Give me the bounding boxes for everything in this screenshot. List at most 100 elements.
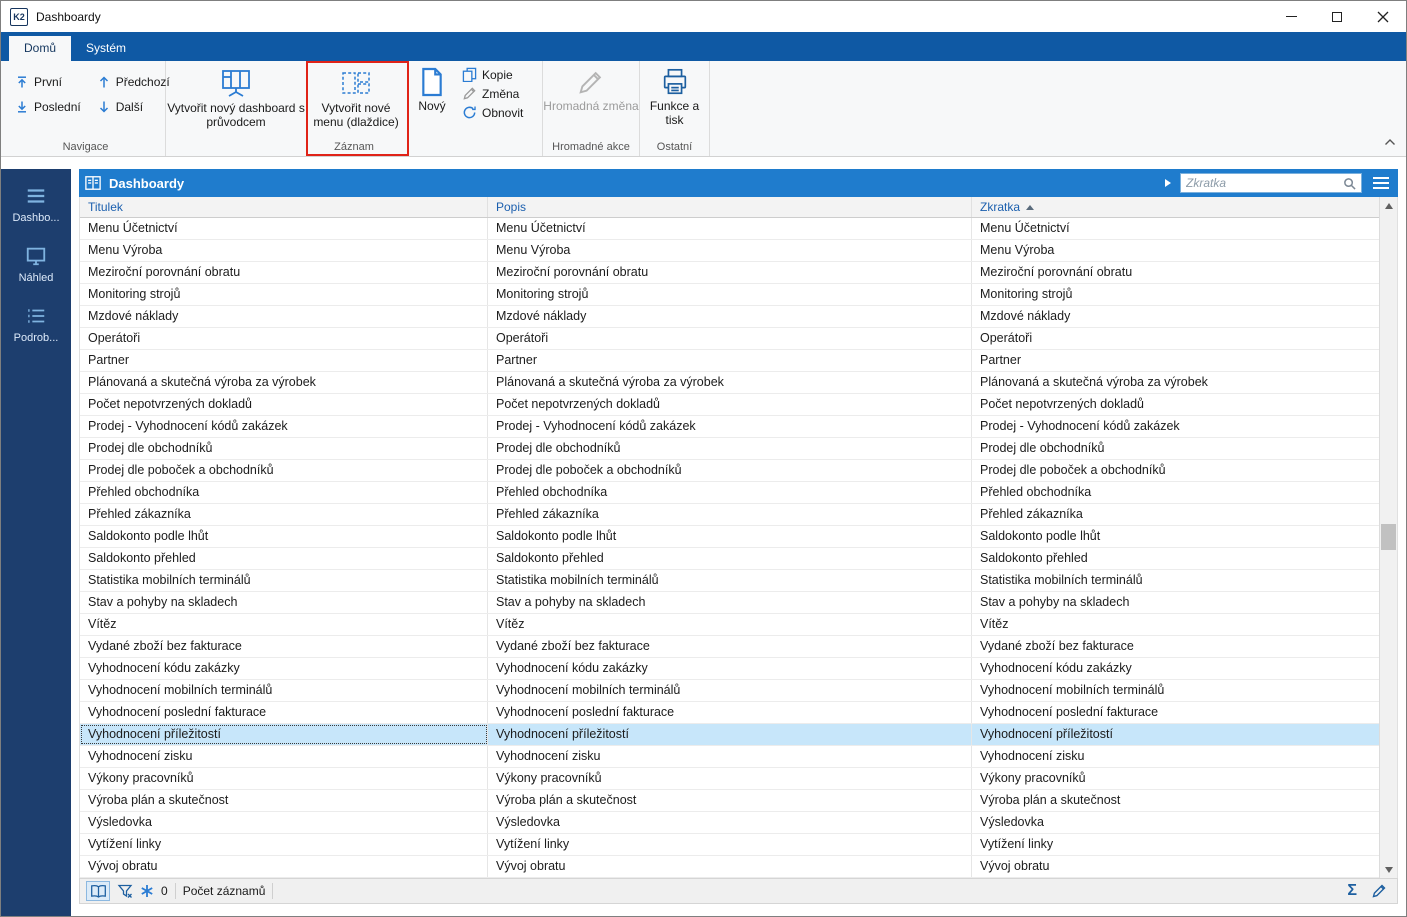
cell-titulek: Vytížení linky: [80, 834, 488, 855]
column-header-titulek[interactable]: Titulek: [80, 197, 488, 217]
create-dashboard-wizard-button[interactable]: Vytvořit nový dashboard s průvodcem: [166, 61, 306, 140]
table-row[interactable]: Výsledovka Výsledovka Výsledovka: [80, 812, 1379, 834]
group-label-hromadne-akce: Hromadné akce: [552, 141, 630, 153]
search-icon[interactable]: [1343, 177, 1356, 190]
cell-titulek: Menu Účetnictví: [80, 218, 488, 239]
table-row[interactable]: Přehled zákazníka Přehled zákazníka Přeh…: [80, 504, 1379, 526]
cell-titulek: Vyhodnocení příležitostí: [80, 724, 488, 745]
table-row[interactable]: Monitoring strojů Monitoring strojů Moni…: [80, 284, 1379, 306]
cell-zkratka: Menu Výroba: [980, 243, 1055, 257]
cell-titulek: Prodej dle obchodníků: [80, 438, 488, 459]
change-button[interactable]: Změna: [458, 86, 540, 101]
column-header-popis[interactable]: Popis: [488, 197, 972, 217]
scrollbar-thumb[interactable]: [1381, 524, 1396, 550]
cell-popis: Prodej dle poboček a obchodníků: [488, 460, 972, 481]
cell-titulek: Výroba plán a skutečnost: [80, 790, 488, 811]
table-row[interactable]: Menu Účetnictví Menu Účetnictví Menu Úče…: [80, 218, 1379, 240]
table-row[interactable]: Vyhodnocení mobilních terminálů Vyhodnoc…: [80, 680, 1379, 702]
search-input[interactable]: [1186, 176, 1339, 190]
tab-system[interactable]: Systém: [71, 36, 141, 61]
app-icon: K2: [10, 7, 28, 26]
cell-popis: Výsledovka: [488, 812, 972, 833]
table-row[interactable]: Přehled obchodníka Přehled obchodníka Př…: [80, 482, 1379, 504]
table-row[interactable]: Vytížení linky Vytížení linky Vytížení l…: [80, 834, 1379, 856]
table-row[interactable]: Vyhodnocení poslední fakturace Vyhodnoce…: [80, 702, 1379, 724]
table-row[interactable]: Vývoj obratu Vývoj obratu Vývoj obratu: [80, 856, 1379, 878]
cell-popis: Vytížení linky: [488, 834, 972, 855]
refresh-button[interactable]: Obnovit: [458, 105, 540, 120]
ribbon-collapse-button[interactable]: [1384, 133, 1396, 151]
table-row[interactable]: Operátoři Operátoři Operátoři: [80, 328, 1379, 350]
cell-popis: Saldokonto podle lhůt: [488, 526, 972, 547]
table-row[interactable]: Saldokonto přehled Saldokonto přehled Sa…: [80, 548, 1379, 570]
filter-button[interactable]: [117, 881, 133, 901]
nav-next-label: Další: [115, 99, 144, 114]
table-row[interactable]: Plánovaná a skutečná výroba za výrobek P…: [80, 372, 1379, 394]
table-row[interactable]: Prodej dle obchodníků Prodej dle obchodn…: [80, 438, 1379, 460]
nav-last-button[interactable]: Poslední: [15, 95, 81, 118]
sidebar-item-podrobnosti-label: Podrob...: [13, 331, 59, 344]
cell-titulek: Vydané zboží bez fakturace: [80, 636, 488, 657]
bulk-change-button[interactable]: Hromadná změna: [543, 61, 639, 140]
scroll-down-button[interactable]: [1380, 861, 1397, 878]
condition-button[interactable]: [140, 881, 154, 901]
table-row[interactable]: Vítěz Vítěz Vítěz: [80, 614, 1379, 636]
edit-pencil-button[interactable]: [1371, 883, 1387, 899]
close-button[interactable]: [1360, 1, 1406, 32]
table-row[interactable]: Menu Výroba Menu Výroba Menu Výroba: [80, 240, 1379, 262]
sidebar-item-dashboardy[interactable]: Dashbo...: [3, 174, 69, 234]
sidebar-item-dashboardy-label: Dashbo...: [12, 211, 60, 224]
book-view-toggle[interactable]: [86, 881, 110, 901]
maximize-button[interactable]: [1314, 1, 1360, 32]
sum-button[interactable]: Σ: [1347, 883, 1357, 899]
panel-menu-button[interactable]: [1369, 172, 1393, 194]
tab-domu[interactable]: Domů: [9, 36, 72, 61]
table-row[interactable]: Vyhodnocení zisku Vyhodnocení zisku Vyho…: [80, 746, 1379, 768]
cell-zkratka: Statistika mobilních terminálů: [980, 573, 1143, 587]
column-header-zkratka[interactable]: Zkratka: [972, 197, 1379, 217]
cell-zkratka: Mzdové náklady: [980, 309, 1071, 323]
cell-titulek: Monitoring strojů: [80, 284, 488, 305]
cell-titulek: Výkony pracovníků: [80, 768, 488, 789]
nav-first-button[interactable]: První: [15, 70, 81, 93]
cell-zkratka: Operátoři: [980, 331, 1033, 345]
table-row[interactable]: Výkony pracovníků Výkony pracovníků Výko…: [80, 768, 1379, 790]
copy-button[interactable]: Kopie: [458, 67, 540, 82]
cell-zkratka: Vydané zboží bez fakturace: [980, 639, 1134, 653]
table-row[interactable]: Stav a pohyby na skladech Stav a pohyby …: [80, 592, 1379, 614]
table-row[interactable]: Mzdové náklady Mzdové náklady Mzdové nák…: [80, 306, 1379, 328]
records-count-label[interactable]: Počet záznamů: [183, 884, 266, 898]
table-row[interactable]: Vyhodnocení příležitostí Vyhodnocení pří…: [80, 724, 1379, 746]
new-button[interactable]: Nový: [406, 61, 458, 140]
nav-last-label: Poslední: [34, 99, 81, 114]
minimize-button[interactable]: [1268, 1, 1314, 32]
vertical-scrollbar[interactable]: [1379, 197, 1397, 878]
open-book-icon: [90, 885, 106, 898]
scrollbar-track[interactable]: [1380, 214, 1397, 861]
table-row[interactable]: Saldokonto podle lhůt Saldokonto podle l…: [80, 526, 1379, 548]
nav-previous-button[interactable]: Předchozí: [97, 70, 170, 93]
table-row[interactable]: Počet nepotvrzených dokladů Počet nepotv…: [80, 394, 1379, 416]
create-menu-tiles-button[interactable]: Vytvořit nové menu (dlaždice): [306, 61, 406, 140]
window-controls: [1268, 1, 1406, 32]
nav-next-button[interactable]: Další: [97, 95, 170, 118]
sidebar-item-nahled[interactable]: Náhled: [3, 234, 69, 294]
table-row[interactable]: Prodej dle poboček a obchodníků Prodej d…: [80, 460, 1379, 482]
table-row[interactable]: Vyhodnocení kódu zakázky Vyhodnocení kód…: [80, 658, 1379, 680]
cell-popis: Vyhodnocení kódu zakázky: [488, 658, 972, 679]
copy-label: Kopie: [482, 67, 513, 82]
table-row[interactable]: Vydané zboží bez fakturace Vydané zboží …: [80, 636, 1379, 658]
table-row[interactable]: Výroba plán a skutečnost Výroba plán a s…: [80, 790, 1379, 812]
ribbon-tab-bar: Domů Systém: [1, 32, 1406, 61]
play-expand-icon[interactable]: [1163, 178, 1173, 188]
sidebar-item-podrobnosti[interactable]: Podrob...: [3, 294, 69, 354]
functions-print-button[interactable]: Funkce a tisk: [640, 61, 709, 140]
table-row[interactable]: Prodej - Vyhodnocení kódů zakázek Prodej…: [80, 416, 1379, 438]
scroll-up-button[interactable]: [1380, 197, 1397, 214]
panel-title: Dashboardy: [109, 175, 185, 191]
cell-popis: Přehled zákazníka: [488, 504, 972, 525]
table-row[interactable]: Partner Partner Partner: [80, 350, 1379, 372]
table-row[interactable]: Statistika mobilních terminálů Statistik…: [80, 570, 1379, 592]
table-row[interactable]: Meziroční porovnání obratu Meziroční por…: [80, 262, 1379, 284]
cell-popis: Vydané zboží bez fakturace: [488, 636, 972, 657]
